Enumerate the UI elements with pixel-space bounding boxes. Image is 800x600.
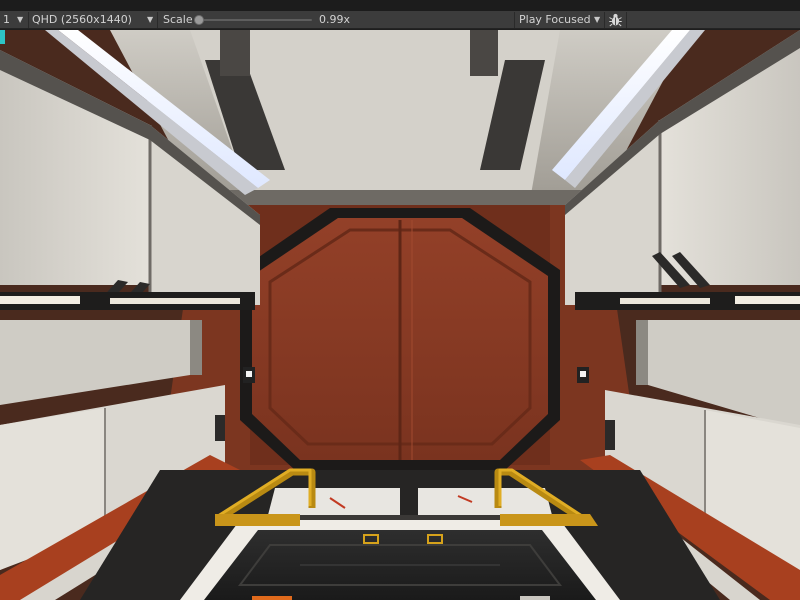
display-index-label: 1 (3, 13, 10, 26)
toolbar-divider (626, 12, 627, 28)
scale-slider-track[interactable] (196, 19, 312, 21)
game-view-toolbar: 1 ▼ QHD (2560x1440) ▼ Scale 0.99x Play F… (0, 11, 800, 29)
caret-down-icon: ▼ (147, 15, 154, 24)
debug-toggle-button[interactable] (605, 11, 626, 29)
caret-down-icon: ▼ (17, 15, 24, 24)
display-dropdown[interactable]: 1 ▼ (0, 11, 28, 29)
caret-down-icon: ▼ (594, 15, 601, 24)
toolbar-divider (157, 12, 158, 28)
scifi-corridor-scene (0, 30, 800, 600)
scale-slider-thumb[interactable] (194, 15, 204, 25)
game-view-window: 1 ▼ QHD (2560x1440) ▼ Scale 0.99x Play F… (0, 0, 800, 600)
resolution-label: QHD (2560x1440) (32, 13, 132, 26)
play-mode-dropdown[interactable]: Play Focused ▼ (515, 11, 604, 29)
scale-value: 0.99x (319, 13, 351, 26)
game-render-viewport[interactable] (0, 30, 800, 600)
scene-gizmo-marker (0, 30, 5, 44)
resolution-dropdown[interactable]: QHD (2560x1440) ▼ (29, 11, 157, 29)
bug-icon (609, 13, 622, 27)
scale-label: Scale (163, 13, 193, 26)
play-mode-label: Play Focused (519, 13, 591, 26)
